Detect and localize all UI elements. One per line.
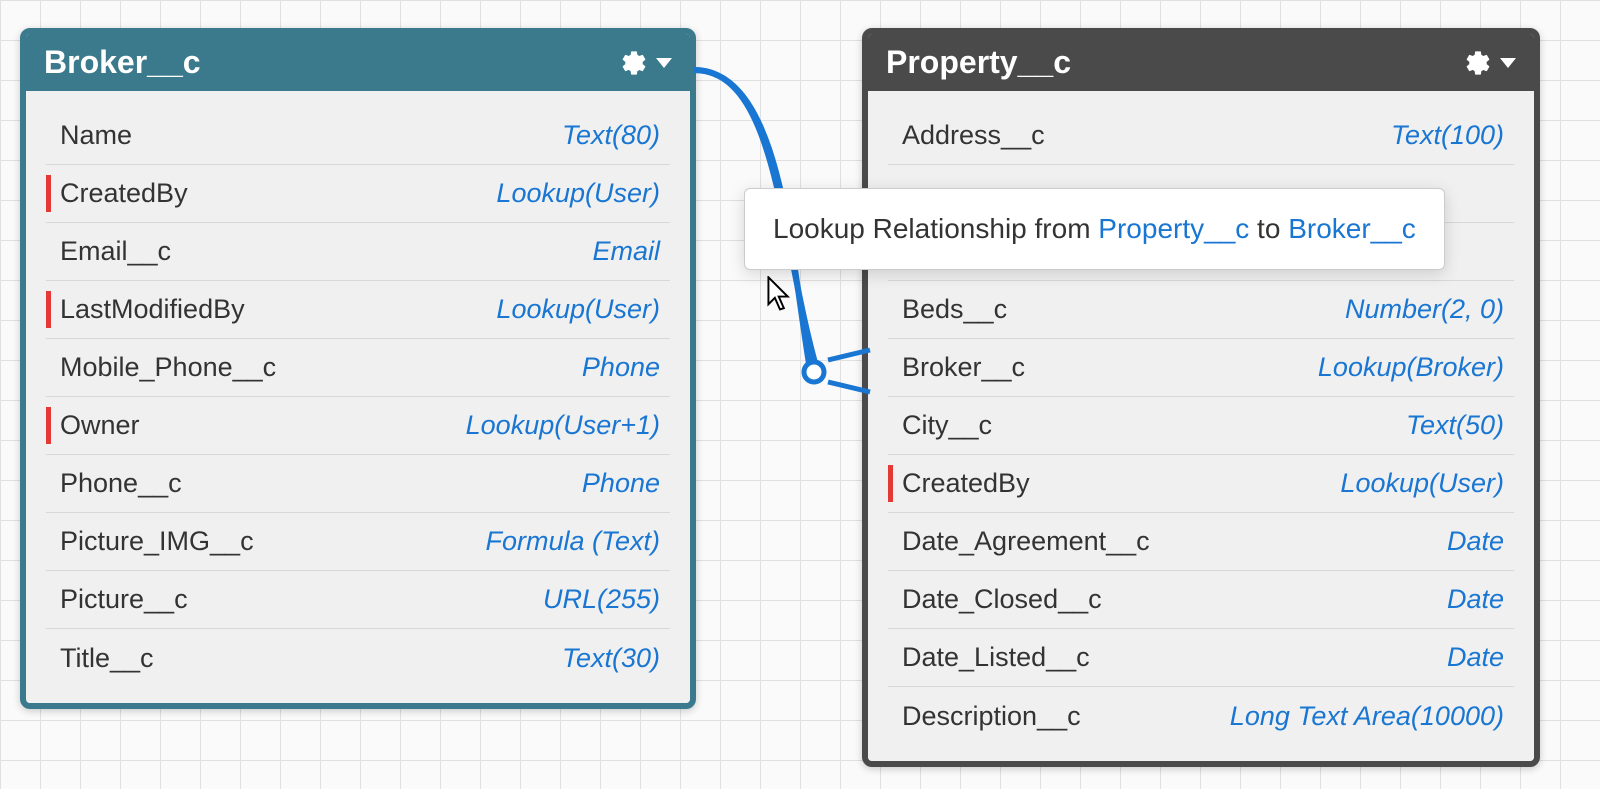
field-row[interactable]: City__c Text(50) [888,397,1514,455]
field-row[interactable]: Title__c Text(30) [46,629,670,687]
field-name: Broker__c [902,352,1025,383]
field-name: Picture_IMG__c [60,526,254,557]
field-type: Lookup(User+1) [466,410,660,441]
field-row[interactable]: Broker__c Lookup(Broker) [888,339,1514,397]
field-name: City__c [902,410,992,441]
field-name: Name [60,120,132,151]
field-row[interactable]: Phone__c Phone [46,455,670,513]
field-name: Beds__c [902,294,1007,325]
field-type: Phone [582,352,660,383]
field-row[interactable]: LastModifiedBy Lookup(User) [46,281,670,339]
card-header-controls[interactable] [620,49,672,77]
tooltip-text-middle: to [1249,213,1288,244]
field-type: Number(2, 0) [1345,294,1504,325]
card-header-property[interactable]: Property__c [868,34,1534,91]
field-name: Picture__c [60,584,188,615]
chevron-down-icon[interactable] [1500,58,1516,68]
field-row[interactable]: Picture_IMG__c Formula (Text) [46,513,670,571]
card-title: Property__c [886,44,1071,81]
field-type: URL(255) [543,584,660,615]
field-type: Formula (Text) [485,526,660,557]
field-name: Email__c [60,236,171,267]
relationship-tooltip: Lookup Relationship from Property__c to … [744,188,1445,270]
card-header-broker[interactable]: Broker__c [26,34,690,91]
field-name: CreatedBy [902,468,1030,499]
field-name: Phone__c [60,468,182,499]
field-type: Phone [582,468,660,499]
field-type: Text(100) [1391,120,1504,151]
tooltip-link-to[interactable]: Broker__c [1288,213,1416,244]
field-name: Address__c [902,120,1045,151]
entity-card-broker[interactable]: Broker__c Name Text(80) CreatedBy Lookup(Us… [20,28,696,709]
field-name: Mobile_Phone__c [60,352,276,383]
field-row[interactable]: Mobile_Phone__c Phone [46,339,670,397]
field-type: Email [592,236,660,267]
field-type: Long Text Area(10000) [1230,701,1504,732]
cursor-icon [766,276,794,312]
field-row[interactable]: CreatedBy Lookup(User) [888,455,1514,513]
field-row[interactable]: Picture__c URL(255) [46,571,670,629]
card-header-controls[interactable] [1464,49,1516,77]
field-row[interactable]: Address__c Text(100) [888,107,1514,165]
field-type: Lookup(User) [1340,468,1504,499]
field-row[interactable]: Owner Lookup(User+1) [46,397,670,455]
field-type: Lookup(User) [496,178,660,209]
field-row[interactable]: Name Text(80) [46,107,670,165]
field-name: Date_Closed__c [902,584,1102,615]
field-name: Date_Listed__c [902,642,1090,673]
field-type: Lookup(User) [496,294,660,325]
field-name: Owner [60,410,140,441]
field-name: CreatedBy [60,178,188,209]
field-type: Text(30) [562,643,660,674]
field-name: LastModifiedBy [60,294,245,325]
field-row[interactable]: Date_Listed__c Date [888,629,1514,687]
field-name: Description__c [902,701,1081,732]
field-row[interactable]: Email__c Email [46,223,670,281]
gear-icon[interactable] [620,49,648,77]
field-name: Date_Agreement__c [902,526,1150,557]
field-row[interactable]: Date_Closed__c Date [888,571,1514,629]
field-type: Date [1447,584,1504,615]
tooltip-link-from[interactable]: Property__c [1098,213,1249,244]
entity-card-property[interactable]: Property__c Address__c Text(100) Beds__c Nu… [862,28,1540,767]
field-type: Date [1447,642,1504,673]
field-row[interactable]: Beds__c Number(2, 0) [888,281,1514,339]
field-row[interactable]: CreatedBy Lookup(User) [46,165,670,223]
card-body-broker: Name Text(80) CreatedBy Lookup(User) Email__… [26,91,690,703]
field-type: Text(50) [1406,410,1504,441]
tooltip-text-prefix: Lookup Relationship from [773,213,1098,244]
field-type: Text(80) [562,120,660,151]
field-type: Lookup(Broker) [1318,352,1504,383]
field-row[interactable]: Date_Agreement__c Date [888,513,1514,571]
field-row[interactable]: Description__c Long Text Area(10000) [888,687,1514,745]
chevron-down-icon[interactable] [656,58,672,68]
field-type: Date [1447,526,1504,557]
card-title: Broker__c [44,44,201,81]
field-name: Title__c [60,643,154,674]
gear-icon[interactable] [1464,49,1492,77]
